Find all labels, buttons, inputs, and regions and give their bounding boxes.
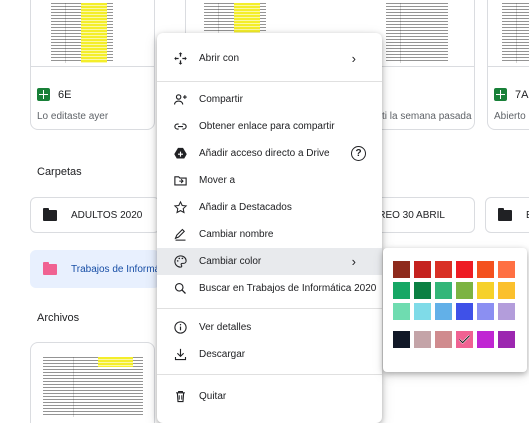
file-thumbnail [488, 0, 529, 67]
menu-item-view-details[interactable]: Ver detalles [157, 314, 382, 341]
menu-item-add-shortcut[interactable]: Añadir acceso directo a Drive ? [157, 140, 382, 167]
sheets-icon [494, 88, 507, 101]
check-icon [458, 335, 471, 345]
color-swatch[interactable] [393, 303, 410, 320]
folder-icon [43, 207, 57, 221]
color-swatch[interactable] [393, 331, 410, 348]
download-icon [171, 346, 189, 364]
info-icon [171, 319, 189, 337]
folder-icon [498, 207, 512, 221]
menu-item-open-with[interactable]: Abrir con › [157, 45, 382, 72]
menu-item-add-starred[interactable]: Añadir a Destacados [157, 194, 382, 221]
menu-item-download[interactable]: Descargar [157, 341, 382, 368]
drive-shortcut-icon [171, 145, 189, 163]
color-swatch[interactable] [414, 331, 431, 348]
color-swatch[interactable] [456, 303, 473, 320]
file-subtitle-7a: Abierto po [494, 111, 529, 122]
file-subtitle-middle: ti la semana pasada [382, 111, 472, 122]
section-folders-label: Carpetas [37, 166, 82, 178]
spreadsheet-preview [502, 3, 529, 63]
section-files-label: Archivos [37, 312, 80, 324]
move-to-folder-icon [171, 172, 189, 190]
color-swatch[interactable] [435, 331, 452, 348]
spreadsheet-preview [51, 3, 113, 63]
file-title-6e: 6E [37, 88, 71, 101]
color-swatch[interactable] [414, 303, 431, 320]
color-swatch[interactable] [393, 282, 410, 299]
palette-icon [171, 253, 189, 271]
file-thumbnail [31, 0, 154, 67]
help-icon[interactable]: ? [351, 146, 366, 161]
link-icon [171, 118, 189, 136]
menu-divider [157, 308, 382, 309]
color-swatch[interactable] [477, 331, 494, 348]
chevron-right-icon: › [351, 51, 356, 66]
color-swatch[interactable] [414, 282, 431, 299]
color-palette [383, 248, 527, 372]
color-swatch[interactable] [456, 261, 473, 278]
color-swatch[interactable] [498, 331, 515, 348]
color-swatch[interactable] [435, 261, 452, 278]
color-swatch[interactable] [456, 331, 473, 348]
trash-icon [171, 388, 189, 406]
file-subtitle-6e: Lo editaste ayer [37, 111, 109, 122]
folder-trabajos-informatica[interactable]: Trabajos de Informáti... [30, 250, 160, 288]
pencil-icon [171, 226, 189, 244]
color-swatch[interactable] [477, 303, 494, 320]
color-swatch[interactable] [498, 282, 515, 299]
folder-icon-pink [43, 261, 57, 275]
person-add-icon [171, 91, 189, 109]
color-swatch[interactable] [435, 282, 452, 299]
menu-item-share[interactable]: Compartir [157, 86, 382, 113]
folder-adultos-2020[interactable]: ADULTOS 2020 [30, 197, 160, 233]
color-swatch[interactable] [477, 282, 494, 299]
chevron-right-icon: › [351, 254, 356, 269]
color-swatch[interactable] [498, 303, 515, 320]
color-swatch[interactable] [435, 303, 452, 320]
menu-item-get-link[interactable]: Obtener enlace para compartir [157, 113, 382, 140]
color-swatch[interactable] [498, 261, 515, 278]
spreadsheet-preview [386, 3, 448, 63]
color-swatch[interactable] [456, 282, 473, 299]
file-title-7a: 7A [494, 88, 528, 101]
menu-item-search-in-folder[interactable]: Buscar en Trabajos de Informática 2020 [157, 275, 382, 302]
sheets-icon [37, 88, 50, 101]
menu-item-remove[interactable]: Quitar [157, 383, 382, 410]
color-swatch[interactable] [477, 261, 494, 278]
move-arrows-icon [171, 50, 189, 68]
menu-divider [157, 374, 382, 375]
file-card-bottom[interactable] [30, 342, 155, 423]
menu-item-rename[interactable]: Cambiar nombre [157, 221, 382, 248]
color-swatch[interactable] [393, 261, 410, 278]
menu-divider [157, 81, 382, 82]
star-icon [171, 199, 189, 217]
menu-item-change-color[interactable]: Cambiar color › [157, 248, 382, 275]
color-swatch[interactable] [414, 261, 431, 278]
context-menu: Abrir con › Compartir Obtener enlace par… [157, 33, 382, 423]
search-icon [171, 280, 189, 298]
spreadsheet-preview [43, 357, 143, 417]
folder-ej[interactable]: EJ [485, 197, 529, 233]
menu-item-move-to[interactable]: Mover a [157, 167, 382, 194]
